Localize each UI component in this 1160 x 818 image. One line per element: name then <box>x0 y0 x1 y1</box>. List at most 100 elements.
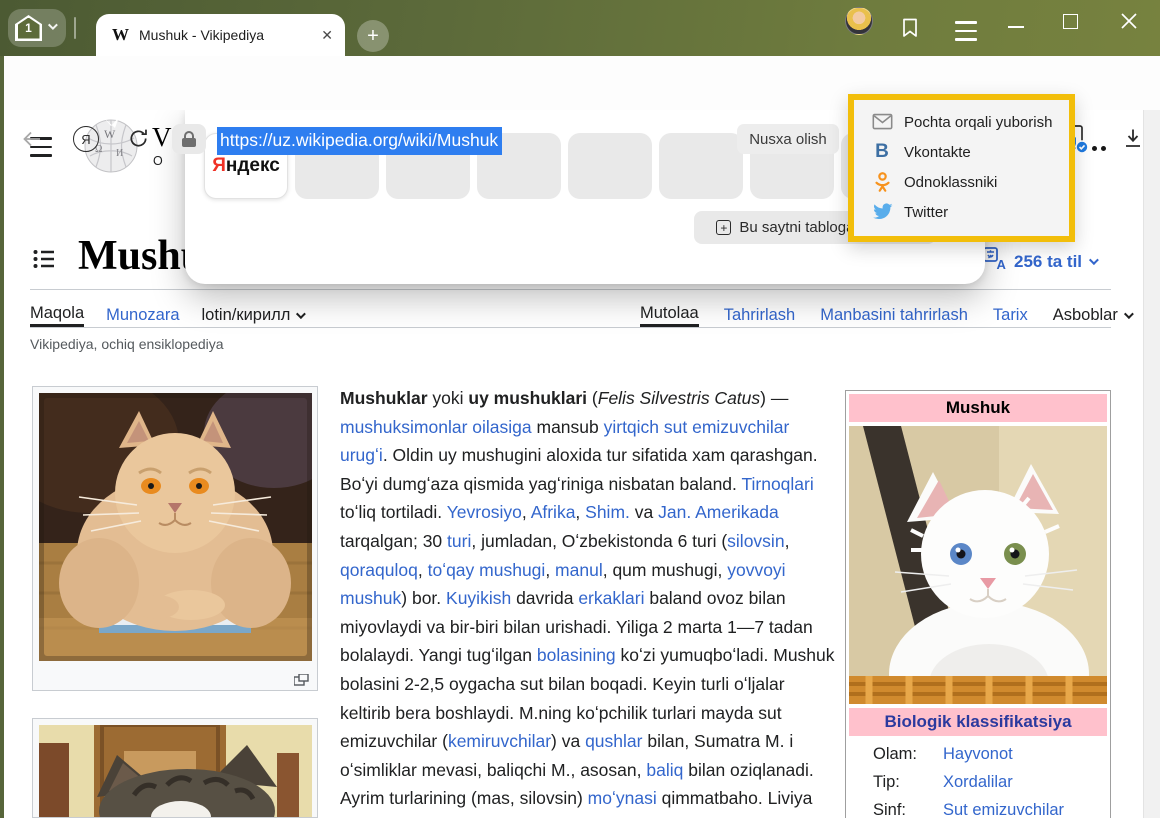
tab-tahrirlash[interactable]: Tahrirlash <box>724 303 796 327</box>
article-link[interactable]: qushlar <box>585 731 642 751</box>
article-link[interactable]: Afrika <box>531 502 576 522</box>
refresh-icon[interactable] <box>127 127 150 155</box>
infobox-section-title: Biologik klassifikatsiya <box>849 708 1107 736</box>
share-menu-item-pochta-orqali-yuborish[interactable]: Pochta orqali yuborish <box>854 107 1069 137</box>
article-link[interactable]: Yevrosiyo <box>447 502 522 522</box>
article-link[interactable]: manul <box>555 560 603 580</box>
divider <box>30 327 1111 328</box>
infobox-row-value[interactable]: Xordalilar <box>943 773 1013 792</box>
article-link[interactable]: Shim. <box>585 502 630 522</box>
article-link[interactable]: moʻynasi <box>588 788 657 808</box>
tab-manbasini-tahrirlash[interactable]: Manbasini tahrirlash <box>820 303 968 327</box>
profile-avatar[interactable] <box>845 7 873 35</box>
share-menu: Pochta orqali yuborishBVkontakteOdnoklas… <box>848 94 1075 242</box>
language-icon-letter: A <box>997 257 1007 271</box>
infobox-row-value[interactable]: Hayvonot <box>943 745 1013 764</box>
tab-counter-badge: 1 <box>15 15 42 41</box>
article-link[interactable]: silovsin <box>727 531 784 551</box>
tab-label: Tahrirlash <box>724 306 796 325</box>
article-tabs-right: Mutolaa Tahrirlash Manbasini tahrirlash Tar… <box>640 303 1131 327</box>
article-text-segment: , <box>418 560 428 580</box>
tab-asboblar[interactable]: Asboblar <box>1053 303 1131 327</box>
tab-label: Tarix <box>993 306 1028 325</box>
share-menu-item-odnoklassniki[interactable]: Odnoklassniki <box>854 167 1069 197</box>
language-count-label: 256 ta til <box>1014 252 1082 272</box>
article-link[interactable]: baliq <box>646 760 683 780</box>
wikipedia-favicon: W <box>112 25 129 45</box>
table-of-contents-icon[interactable] <box>32 247 56 276</box>
tab-munozara[interactable]: Munozara <box>106 303 179 327</box>
article-text-segment: ) — <box>760 388 788 408</box>
infobox-row-label: Tip: <box>873 773 943 792</box>
address-bar-input[interactable]: https://uz.wikipedia.org/wiki/Mushuk <box>217 127 502 155</box>
article-text-segment: va <box>630 502 658 522</box>
article-thumbnail-cat[interactable] <box>32 386 318 691</box>
share-menu-item-twitter[interactable]: Twitter <box>854 197 1069 227</box>
tab-mutolaa[interactable]: Mutolaa <box>640 303 699 327</box>
chevron-down-icon <box>1124 309 1134 319</box>
article-link[interactable]: kemiruvchilar <box>448 731 551 751</box>
window-maximize-button[interactable] <box>1063 14 1078 29</box>
downloads-icon[interactable] <box>1121 126 1145 155</box>
enlarge-icon[interactable] <box>294 673 309 685</box>
article-text-segment: mansub <box>532 417 604 437</box>
yandex-search-icon[interactable]: Я <box>73 126 99 152</box>
back-icon[interactable] <box>20 127 44 156</box>
article-link[interactable]: Kuyikish <box>446 588 511 608</box>
window-minimize-button[interactable] <box>1008 26 1024 28</box>
article-text-segment: , <box>545 560 555 580</box>
article-link[interactable]: qoraquloq <box>340 560 418 580</box>
divider <box>30 289 1111 290</box>
tab-label: Maqola <box>30 304 84 323</box>
wikipedia-wordmark: V <box>152 122 172 153</box>
site-security-lock-icon[interactable] <box>172 124 206 154</box>
site-subtitle: Vikipediya, ochiq ensiklopediya <box>30 336 224 352</box>
empty-tile[interactable] <box>568 133 652 199</box>
article-paragraph: Mushuklar yoki uy mushuklari (Felis Silv… <box>340 384 835 818</box>
article-link[interactable]: mushuksimonlar oilasiga <box>340 417 532 437</box>
article-link[interactable]: Tirnoqlari <box>741 474 813 494</box>
browser-tab[interactable]: W Mushuk - Vikipediya ✕ <box>96 14 345 56</box>
article-link[interactable]: toʻqay mushugi <box>428 560 546 580</box>
chevron-down-icon <box>48 20 58 30</box>
article-link[interactable]: bolasining <box>537 645 616 665</box>
copy-url-button[interactable]: Nusxa olish <box>737 124 839 154</box>
cream-cat-photo <box>39 393 312 661</box>
share-menu-item-vkontakte[interactable]: BVkontakte <box>854 137 1069 167</box>
tab-maqola[interactable]: Maqola <box>30 303 84 327</box>
titlebar: 1 W Mushuk - Vikipediya ✕ + <box>0 0 1160 56</box>
email-icon <box>871 113 893 131</box>
article-text-segment: Mushuklar <box>340 388 428 408</box>
article-text-segment: , <box>575 502 585 522</box>
infobox-title: Mushuk <box>849 394 1107 422</box>
tab-title: Mushuk - Vikipediya <box>139 27 311 43</box>
article-link[interactable]: turi <box>447 531 471 551</box>
tab-close-icon[interactable]: ✕ <box>321 27 333 44</box>
svg-text:W: W <box>104 127 116 141</box>
browser-menu-icon[interactable] <box>955 21 977 41</box>
article-text-segment: , qum mushugi, <box>603 560 728 580</box>
tab-lotin-кирилл[interactable]: lotin/кирилл <box>202 303 304 327</box>
bookmarks-icon[interactable] <box>899 16 921 45</box>
article-link[interactable]: erkaklari <box>578 588 644 608</box>
svg-text:И: И <box>116 148 123 159</box>
infobox-row: Tip:Xordalilar <box>849 764 1107 792</box>
window-close-button[interactable] <box>1120 12 1138 35</box>
language-icon: A <box>983 247 1007 276</box>
tab-label: Mutolaa <box>640 304 699 323</box>
article-text-segment: , jumladan, Oʻzbekistonda 6 turi ( <box>471 531 727 551</box>
page-scrollbar[interactable] <box>1143 110 1160 818</box>
divider <box>74 17 76 39</box>
share-menu-item-label: Twitter <box>904 204 948 221</box>
tab-group-button[interactable]: 1 <box>8 9 66 47</box>
article-link[interactable]: Jan. Amerikada <box>658 502 779 522</box>
new-tab-button[interactable]: + <box>357 20 389 52</box>
wikipedia-tagline: O <box>153 154 163 168</box>
empty-tile[interactable] <box>659 133 743 199</box>
language-selector-button[interactable]: A 256 ta til <box>983 247 1096 276</box>
article-thumbnail-tabby[interactable] <box>32 718 318 818</box>
white-kitten-photo[interactable] <box>849 426 1107 704</box>
tab-tarix[interactable]: Tarix <box>993 303 1028 327</box>
twitter-icon <box>871 203 893 221</box>
infobox-row-value[interactable]: Sut emizuvchilar <box>943 801 1064 818</box>
